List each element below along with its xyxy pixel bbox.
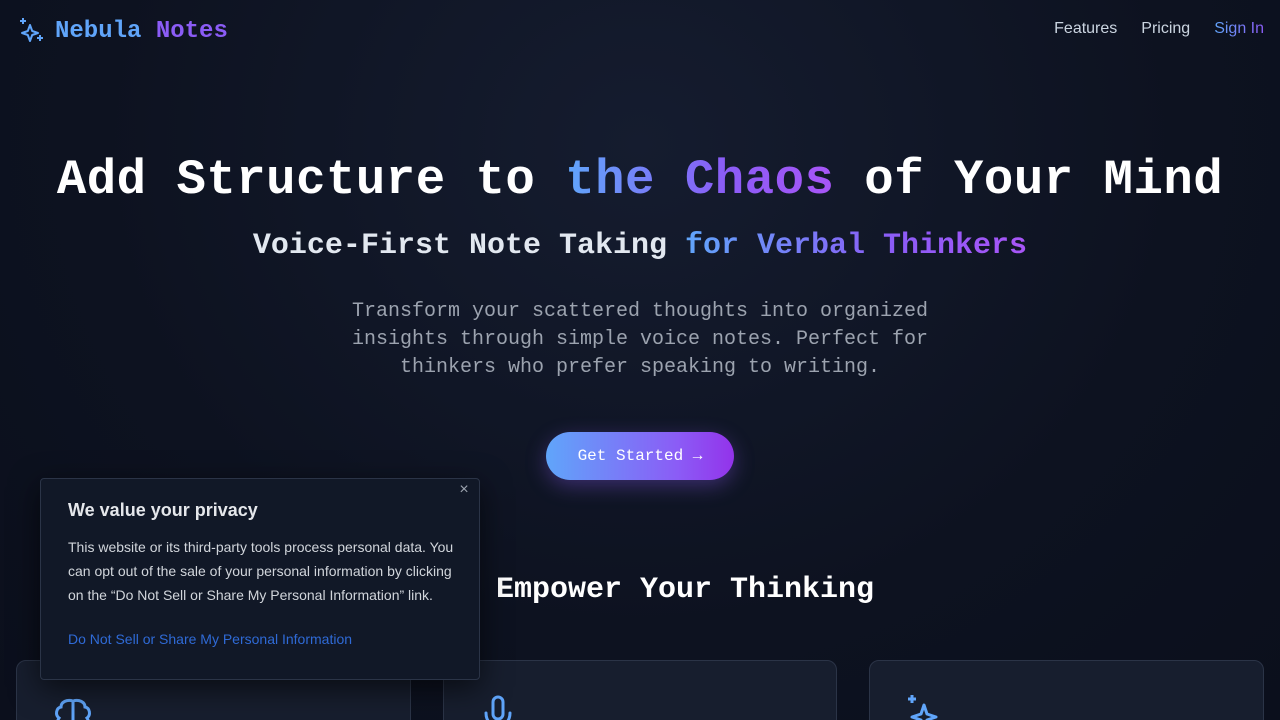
nav-features-link[interactable]: Features — [1054, 20, 1117, 38]
top-nav: Nebula Notes Features Pricing Sign In — [0, 0, 1280, 62]
nav-links: Features Pricing Sign In — [1054, 20, 1264, 38]
hero-title-part2: of Your Mind — [834, 152, 1224, 208]
brand-word-2: Notes — [155, 17, 228, 45]
hero-title-highlight: the Chaos — [565, 152, 835, 208]
do-not-sell-link[interactable]: Do Not Sell or Share My Personal Informa… — [68, 631, 352, 647]
sparkles-icon — [20, 18, 43, 42]
privacy-title: We value your privacy — [68, 500, 258, 520]
hero-title: Add Structure to the Chaos of Your Mind — [0, 152, 1280, 208]
hero-subtitle: Voice-First Note Taking for Verbal Think… — [0, 229, 1280, 263]
brand-logo[interactable]: Nebula Notes — [17, 16, 228, 46]
close-icon[interactable]: × — [457, 482, 471, 498]
nav-signin-link[interactable]: Sign In — [1214, 20, 1264, 38]
get-started-button[interactable]: Get Started → — [546, 432, 734, 480]
sparkles-icon — [908, 695, 938, 720]
hero-subtitle-highlight: for Verbal Thinkers — [685, 229, 1028, 263]
feature-card-2 — [443, 660, 837, 720]
privacy-dialog: × We value your privacy This website or … — [40, 478, 480, 680]
hero-title-part1: Add Structure to — [56, 152, 566, 208]
brain-icon — [55, 698, 91, 720]
privacy-body: This website or its third-party tools pr… — [68, 539, 454, 603]
brand-word-1: Nebula — [55, 17, 142, 45]
microphone-icon — [484, 695, 512, 720]
nav-pricing-link[interactable]: Pricing — [1141, 20, 1190, 38]
brand-name: Nebula Notes — [55, 18, 228, 45]
hero-description: Transform your scattered thoughts into o… — [351, 300, 929, 379]
hero-subtitle-part1: Voice-First Note Taking — [252, 229, 685, 263]
feature-card-3 — [869, 660, 1264, 720]
